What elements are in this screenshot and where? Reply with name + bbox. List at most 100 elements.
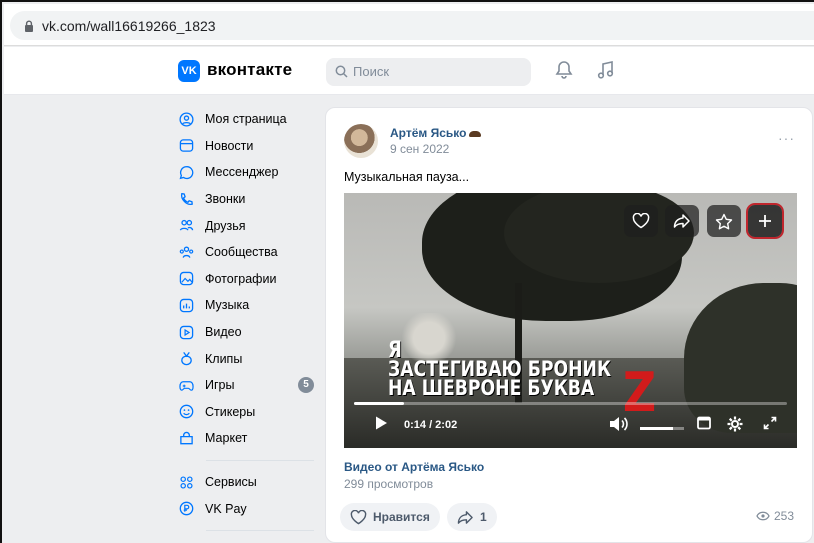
services-icon	[178, 474, 194, 490]
heart-icon	[350, 509, 367, 524]
sidebar-item-label: Фотографии	[205, 271, 277, 286]
sidebar-item-label: Сервисы	[205, 475, 257, 490]
author-name[interactable]: Артём Ясько	[390, 126, 466, 140]
vkpay-icon	[178, 501, 194, 517]
lock-icon	[25, 20, 33, 32]
volume-slider[interactable]	[640, 427, 684, 430]
video-progress-bar[interactable]	[354, 402, 787, 405]
user-circle-icon	[178, 111, 194, 127]
sidebar-item-games[interactable]: Игры 5	[178, 372, 318, 399]
like-button[interactable]: Нравится	[340, 503, 440, 531]
vk-logo-icon[interactable]: VK	[178, 60, 200, 82]
sidebar-item-calls[interactable]: Звонки	[178, 186, 318, 213]
share-count: 1	[480, 510, 487, 524]
video-progress-fill	[354, 402, 404, 405]
friends-icon	[178, 218, 194, 234]
sidebar-item-label: Стикеры	[205, 404, 256, 419]
play-icon[interactable]	[374, 415, 388, 431]
sidebar-item-clips[interactable]: Клипы	[178, 345, 318, 372]
video-title-link[interactable]: Видео от Артёма Ясько	[344, 460, 484, 474]
sidebar-item-market[interactable]: Маркет	[178, 425, 318, 452]
sidebar-item-vk-pay[interactable]: VK Pay	[178, 495, 318, 522]
browser-toolbar: vk.com/wall16619266_1823	[4, 4, 814, 46]
video-caption: Я ЗАСТЕГИВАЮ БРОНИК НА ШЕВРОНЕ БУКВА	[388, 340, 611, 400]
share-icon	[673, 214, 690, 228]
sidebar-item-my-page[interactable]: Моя страница	[178, 106, 318, 133]
bell-icon[interactable]	[555, 60, 573, 80]
sidebar-item-communities[interactable]: Сообщества	[178, 239, 318, 266]
browser-frame: vk.com/wall16619266_1823 VK вконтакте По…	[0, 0, 814, 543]
sidebar-item-news[interactable]: Новости	[178, 133, 318, 160]
volume-icon[interactable]	[608, 415, 630, 433]
news-icon	[178, 138, 194, 154]
video-time: 0:14 / 2:02	[404, 419, 458, 431]
volume-fill	[640, 427, 673, 430]
music-icon	[178, 297, 194, 313]
share-icon	[457, 510, 473, 524]
sidebar-item-messenger[interactable]: Мессенджер	[178, 159, 318, 186]
post-author[interactable]: Артём Ясько	[390, 126, 482, 140]
post-views: 253	[756, 509, 794, 523]
sidebar-item-friends[interactable]: Друзья	[178, 212, 318, 239]
eye-icon	[756, 511, 770, 521]
post-date[interactable]: 9 сен 2022	[390, 142, 449, 156]
communities-icon	[178, 244, 194, 260]
video-view-count: 299 просмотров	[344, 477, 434, 491]
avatar[interactable]	[344, 124, 378, 158]
sidebar-item-label: Игры	[205, 378, 235, 393]
video-add-button[interactable]	[748, 205, 782, 237]
hedgehog-emoji-icon	[469, 130, 482, 137]
sticker-icon	[178, 404, 194, 420]
clips-icon	[178, 351, 194, 367]
sidebar-item-music[interactable]: Музыка	[178, 292, 318, 319]
heart-icon	[632, 213, 650, 229]
video-like-button[interactable]	[624, 205, 658, 237]
post-text: Музыкальная пауза...	[344, 170, 470, 184]
video-share-button[interactable]	[665, 205, 699, 237]
gamepad-icon	[178, 377, 194, 393]
sidebar-item-label: Моя страница	[205, 112, 287, 127]
phone-icon	[178, 191, 194, 207]
video-player[interactable]: Я ЗАСТЕГИВАЮ БРОНИК НА ШЕВРОНЕ БУКВА Z 0…	[344, 193, 797, 448]
sidebar-item-label: Музыка	[205, 298, 250, 313]
sidebar-item-label: Мессенджер	[205, 165, 279, 180]
sidebar-item-label: Звонки	[205, 192, 246, 207]
sidebar: Моя страница Новости Мессенджер Звонки Д…	[178, 106, 318, 539]
games-badge: 5	[298, 376, 314, 393]
sidebar-item-label: VK Pay	[205, 501, 247, 516]
sidebar-item-label: Маркет	[205, 431, 248, 446]
gear-icon[interactable]	[726, 415, 744, 433]
views-count: 253	[774, 509, 795, 523]
sidebar-item-stickers[interactable]: Стикеры	[178, 399, 318, 426]
mini-player-icon[interactable]	[696, 415, 712, 431]
video-bush	[684, 283, 797, 433]
post-card: Артём Ясько 9 сен 2022 ··· Музыкальная п…	[325, 107, 813, 543]
sidebar-item-label: Видео	[205, 325, 242, 340]
sidebar-item-services[interactable]: Сервисы	[178, 469, 318, 496]
caption-line: НА ШЕВРОНЕ БУКВА	[388, 376, 595, 400]
sidebar-item-photos[interactable]: Фотографии	[178, 266, 318, 293]
sidebar-item-video[interactable]: Видео	[178, 319, 318, 346]
sidebar-divider	[206, 529, 314, 531]
share-button[interactable]: 1	[447, 503, 497, 531]
sidebar-item-label: Новости	[205, 138, 254, 153]
sidebar-item-label: Клипы	[205, 351, 243, 366]
message-icon	[178, 164, 194, 180]
sidebar-divider	[206, 459, 314, 461]
url-text[interactable]: vk.com/wall16619266_1823	[42, 18, 216, 34]
fullscreen-icon[interactable]	[762, 415, 778, 431]
music-note-icon[interactable]	[597, 60, 615, 80]
like-label: Нравится	[373, 510, 430, 524]
brand-name[interactable]: вконтакте	[207, 60, 292, 80]
search-icon	[335, 65, 348, 78]
star-icon	[715, 213, 733, 229]
vk-header: VK вконтакте Поиск	[4, 47, 814, 95]
search-input[interactable]: Поиск	[326, 58, 531, 86]
search-placeholder: Поиск	[353, 64, 390, 79]
more-options-icon[interactable]: ···	[778, 130, 795, 146]
video-favorite-button[interactable]	[707, 205, 741, 237]
video-icon	[178, 324, 194, 340]
address-bar[interactable]: vk.com/wall16619266_1823	[10, 11, 814, 40]
sidebar-item-label: Друзья	[205, 218, 246, 233]
photo-icon	[178, 271, 194, 287]
